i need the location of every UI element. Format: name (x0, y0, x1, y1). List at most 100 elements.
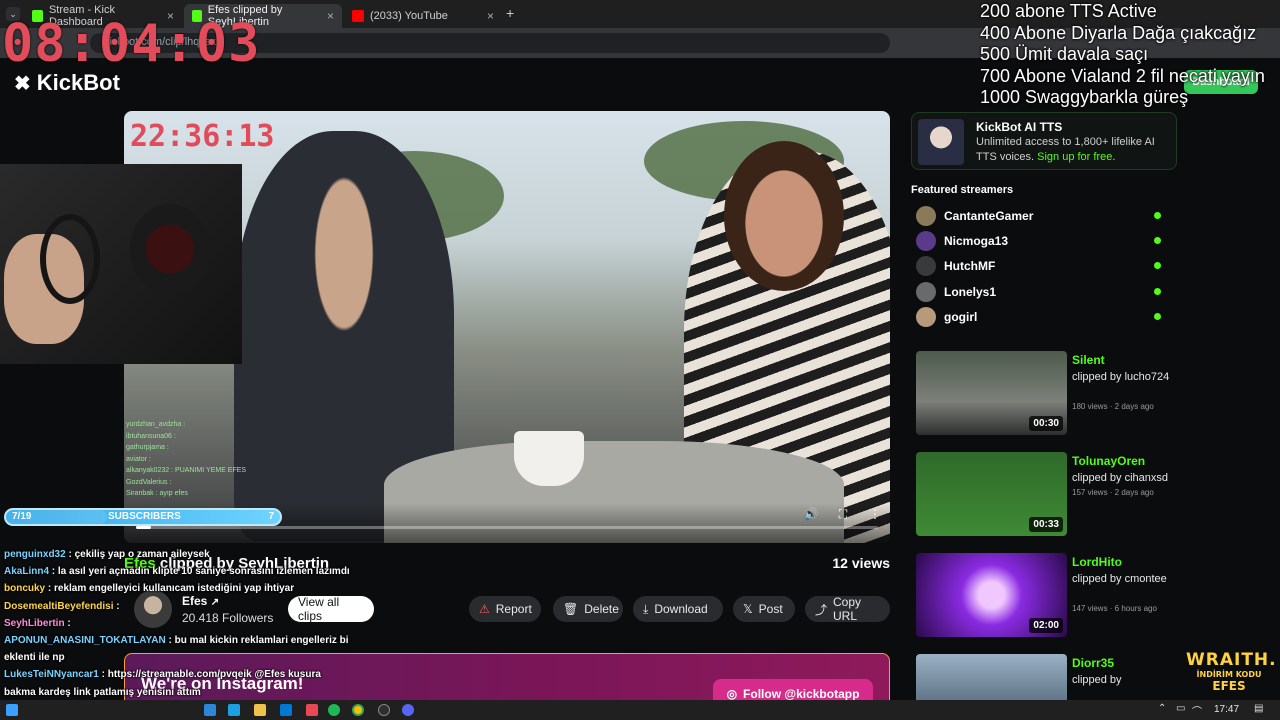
clip-streamer-name[interactable]: Silent (1072, 353, 1105, 367)
chat-overlay: penguinxd32 : çekiliş yap o zaman aileys… (4, 546, 364, 701)
featured-streamer[interactable]: CantanteGamer (916, 206, 1166, 226)
chat-message: APONUN_ANASINI_TOKATLAYAN : bu mal kicki… (4, 632, 364, 666)
streamer-avatar (916, 306, 936, 327)
wifi-icon[interactable]: ⌒ (1192, 703, 1202, 718)
taskbar-app-icon[interactable] (228, 704, 240, 716)
subscriber-count-left: 7/19 (12, 511, 32, 522)
taskbar-spotify-icon[interactable] (328, 704, 340, 716)
clip-views: 12 views (832, 555, 890, 571)
delete-button[interactable]: 🗑 Delete (553, 596, 623, 622)
chat-username[interactable]: AkaLinn4 (4, 566, 49, 577)
subscriber-goals: 200 abone TTS Active 400 Abone Diyarla Da… (980, 1, 1265, 109)
clip-duration: 00:33 (1029, 517, 1063, 532)
related-clip-card[interactable]: 00:33 TolunayOren clipped by cihanxsd 157 v… (916, 452, 1176, 538)
clip-clipped-by: clipped by cmontee (1072, 573, 1167, 585)
related-clip-card[interactable]: 02:00 LordHito clipped by cmontee 147 views… (916, 553, 1176, 639)
x-icon: 𝕏 (743, 602, 753, 616)
volume-icon[interactable]: 🔊 (804, 507, 819, 521)
report-label: Report (495, 602, 532, 616)
chat-message: DosemealtiBeyefendisi : (4, 598, 364, 615)
trash-icon: 🗑 (563, 602, 579, 616)
sign-up-link[interactable]: Sign up for free (1037, 151, 1112, 163)
clip-thumbnail[interactable]: 02:00 (916, 553, 1067, 637)
tab-label: (2033) YouTube (370, 10, 448, 22)
warning-icon: ⚠ (479, 602, 490, 616)
clip-thumbnail[interactable]: 00:33 (916, 452, 1067, 536)
chevron-up-icon[interactable]: ⌃ (1158, 703, 1166, 714)
chat-username[interactable]: SeyhLibertin (4, 618, 65, 629)
background-lamp (130, 204, 210, 294)
overlay-chat-line: aviator : (126, 455, 151, 463)
close-icon[interactable]: × (327, 9, 334, 23)
notification-icon[interactable]: ▤ (1254, 703, 1263, 714)
copy-url-button[interactable]: ⤴ Copy URL (805, 595, 890, 623)
taskbar-discord-icon[interactable] (402, 704, 414, 716)
network-icon[interactable]: ▭ (1176, 703, 1185, 714)
taskbar-chrome-icon[interactable] (352, 704, 364, 716)
more-options-icon[interactable]: ⋮ (868, 507, 882, 521)
chat-username[interactable]: APONUN_ANASINI_TOKATLAYAN (4, 635, 166, 646)
chat-message: bakma kardeş link patlamış yenisini attı… (4, 684, 364, 701)
featured-streamer[interactable]: gogirl (916, 306, 1166, 327)
kickbot-logo-icon: ✖ (14, 72, 31, 95)
windows-start-icon[interactable] (6, 704, 18, 716)
featured-streamer[interactable]: HutchMF (916, 256, 1166, 277)
goal-line: 1000 Swaggybarkla güreş (980, 87, 1189, 107)
clip-meta: 157 views · 2 days ago (1072, 488, 1154, 497)
progress-bar[interactable] (136, 526, 878, 529)
chat-message: penguinxd32 : çekiliş yap o zaman aileys… (4, 546, 364, 563)
tts-promo-card[interactable]: KickBot AI TTS Unlimited access to 1,800… (911, 112, 1177, 170)
tts-title: KickBot AI TTS (976, 120, 1063, 134)
copy-url-label: Copy URL (833, 595, 862, 623)
webcam-overlay (0, 164, 242, 364)
clip-clipped-by: clipped by cihanxsd (1072, 472, 1169, 484)
clip-streamer-name[interactable]: Diorr35 (1072, 656, 1114, 670)
taskbar-app-icon[interactable] (280, 704, 292, 716)
taskbar-clock[interactable]: 17:47 (1214, 704, 1239, 715)
sponsor-name: WRAITH. (1186, 650, 1277, 670)
screen: ⌄ Stream - Kick Dashboard × Efes clipped… (0, 0, 1280, 720)
chat-text: : reklam engelleyici kullanıcam istediği… (45, 583, 295, 595)
report-button[interactable]: ⚠ Report (469, 596, 541, 622)
featured-streamer[interactable]: Lonelys1 (916, 281, 1166, 302)
taskbar-app-icon[interactable] (204, 704, 216, 716)
chat-username[interactable]: penguinxd32 (4, 549, 66, 560)
chat-message: boncuky : reklam engelleyici kullanıcam … (4, 580, 364, 597)
chat-text: bakma kardeş link patlamış yenisini attı… (4, 686, 201, 698)
goal-line: 200 abone TTS Active (980, 1, 1157, 21)
overlay-chat: yurdzhan_avdzha : ibtuhansuna06 : gathurpj… (126, 419, 246, 500)
chat-username[interactable]: DosemealtiBeyefendisi (4, 601, 114, 612)
chat-username[interactable]: boncuky (4, 583, 45, 594)
streamer-avatar (916, 256, 936, 277)
featured-streamer-name: Lonelys1 (944, 284, 997, 299)
post-button[interactable]: 𝕏 Post (733, 596, 795, 622)
taskbar-obs-icon[interactable] (378, 704, 390, 716)
chat-text: : la asıl yeri açmadın klipte 10 saniye … (49, 566, 350, 578)
clip-thumbnail[interactable]: 00:30 (916, 351, 1067, 435)
clip-streamer-name[interactable]: TolunayOren (1072, 454, 1145, 468)
taskbar-app-icon[interactable] (254, 704, 266, 716)
streamer-avatar (916, 231, 936, 252)
new-tab-button[interactable]: + (506, 5, 514, 21)
live-indicator (1154, 312, 1161, 320)
subscriber-count-right: 7 (268, 511, 274, 522)
download-button[interactable]: ⤓ Download (633, 596, 723, 622)
featured-streamer[interactable]: Nicmoga13 (916, 231, 1166, 252)
overlay-chat-line: Siranbak : ayıp efes (126, 490, 188, 497)
clip-duration: 00:30 (1029, 416, 1063, 431)
overlay-chat-line: gathurpjama : (126, 444, 169, 451)
progress-fill (136, 526, 151, 529)
fullscreen-icon[interactable]: ⛶ (836, 507, 850, 521)
related-clip-card[interactable]: 00:30 Silent clipped by lucho724 180 views … (916, 351, 1176, 437)
clip-streamer-name[interactable]: LordHito (1072, 555, 1122, 569)
live-indicator (1154, 287, 1161, 295)
chat-username[interactable]: LukesTeiNNyancar1 (4, 669, 99, 680)
taskbar-app-icon[interactable] (306, 704, 318, 716)
goal-line: 500 Ümit davala saçı (980, 44, 1149, 64)
clip-clipped-by: clipped by (1072, 674, 1122, 686)
close-icon[interactable]: × (487, 9, 494, 23)
tab-youtube[interactable]: (2033) YouTube × (344, 4, 502, 28)
instagram-icon: ◎ (726, 687, 738, 701)
download-icon: ⤓ (643, 601, 649, 616)
clip-clipped-by: clipped by lucho724 (1072, 371, 1170, 383)
